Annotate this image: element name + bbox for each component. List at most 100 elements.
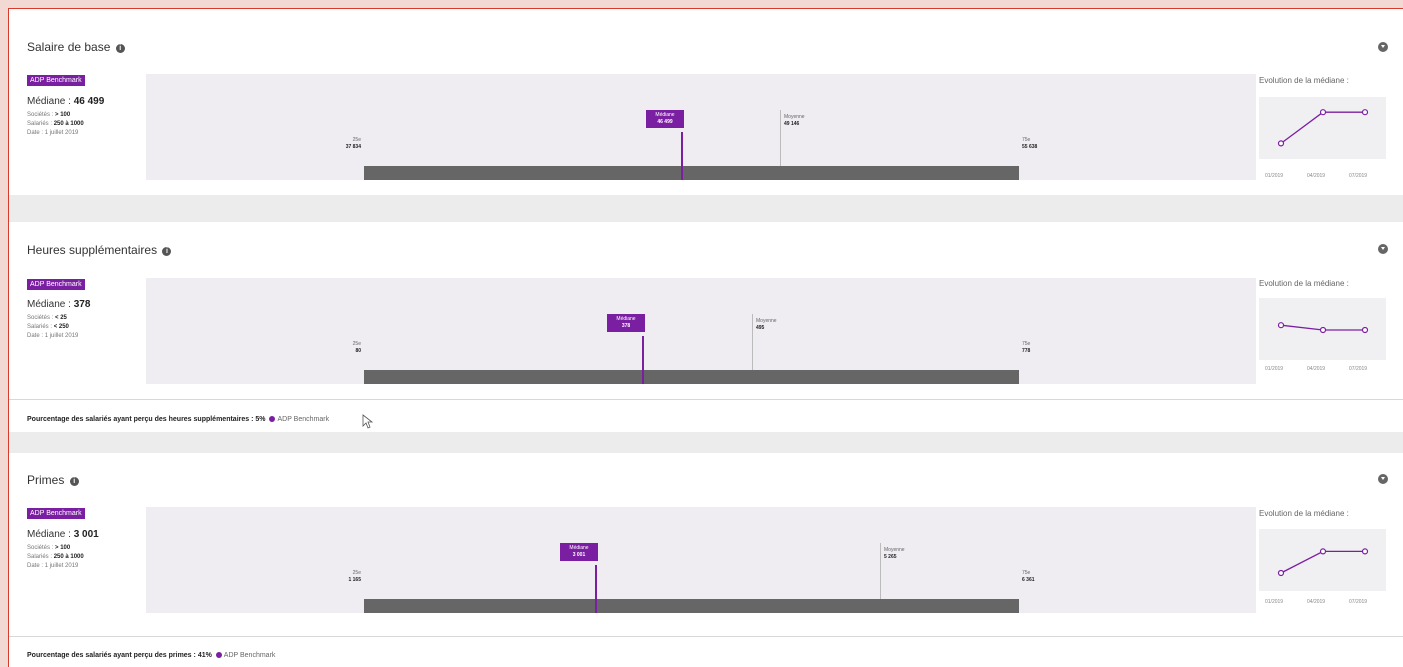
median-marker-value: 3 001 [572,552,586,558]
adp-benchmark-badge: ADP Benchmark [27,279,85,290]
sparkline-point [1319,548,1327,555]
footer-value: 5% [255,416,266,423]
meta-label: Date : [27,333,44,339]
p75-label-text: 75e [1022,341,1031,347]
meta-value: > 100 [55,545,71,551]
mean-label: Moyenne 495 [756,318,777,332]
meta-label: Salariés : [27,324,53,330]
section-salaire-de-base: Salaire de base i ADP Benchmark Médiane … [9,9,1403,195]
p75-label: 75e 55 638 [1022,137,1037,151]
section-title-text: Heures supplémentaires [27,243,158,257]
meta-info: Sociétés : < 25 Salariés : < 250 Date : … [27,314,78,341]
footer-source: ADP Benchmark [223,652,276,659]
median-marker: Médiane 378 [607,314,645,332]
median-summary: Médiane : 46 499 [27,96,104,107]
p25-value: 1 165 [348,577,361,583]
section-heures-supplementaires: Heures supplémentaires i ADP Benchmark M… [9,222,1403,432]
sparkline-line [1280,111,1365,144]
median-summary: Médiane : 3 001 [27,529,99,540]
mean-label: Moyenne 49 146 [784,114,805,128]
meta-label: Sociétés : [27,315,54,321]
evolution-sparkline: 01/2019 04/2019 07/2019 [1259,298,1386,372]
median-marker-value: 46 499 [657,119,673,125]
distribution-chart: 25e 1 165 75e 6 361 Moyenne 5 265 Médiane 3 … [146,507,1256,613]
median-value: 46 499 [73,96,105,107]
sparkline-point [1361,326,1369,334]
median-label: Médiane : [27,299,71,310]
meta-value: < 25 [55,315,67,321]
meta-row: Sociétés : > 100 [27,111,84,120]
section-title-text: Primes [27,473,65,487]
median-line [595,565,597,613]
mean-label-text: Moyenne [756,318,777,324]
footer-source: ADP Benchmark [277,416,330,423]
p25-label-text: 25e [352,137,361,143]
section-title: Primes i [27,473,79,487]
meta-value: 1 juillet 2019 [44,130,79,136]
collapse-button[interactable] [1378,42,1388,52]
mean-label-text: Moyenne [884,547,905,553]
mean-line [880,543,881,599]
meta-info: Sociétés : > 100 Salariés : 250 à 1000 D… [27,111,84,138]
info-icon[interactable]: i [162,247,172,256]
meta-row: Salariés : 250 à 1000 [27,553,84,562]
meta-row: Date : 1 juillet 2019 [27,129,84,138]
meta-row: Date : 1 juillet 2019 [27,332,78,341]
section-primes: Primes i ADP Benchmark Médiane : 3 001 S… [9,453,1403,667]
sparkline-point [1319,326,1327,334]
evolution-x-label: 01/2019 [1265,173,1284,179]
sparkline-point [1361,109,1369,116]
median-marker-label: Médiane [616,316,636,322]
divider [9,399,1403,400]
meta-label: Salariés : [27,121,53,127]
section-separator [9,195,1403,222]
p75-label-text: 75e [1022,570,1031,576]
median-summary: Médiane : 378 [27,299,90,310]
mean-line [752,314,753,370]
p75-value: 55 638 [1022,144,1038,150]
p75-label: 75e 778 [1022,341,1030,355]
distribution-chart: 25e 80 75e 778 Moyenne 495 Médiane 378 [146,278,1256,384]
meta-value: < 250 [53,324,69,330]
evolution-x-label: 04/2019 [1307,599,1326,605]
meta-label: Date : [27,563,44,569]
sparkline-point [1277,322,1285,329]
p25-label: 25e 1 165 [331,570,361,584]
p25-value: 37 834 [345,144,361,150]
evolution-x-label: 07/2019 [1349,366,1368,372]
collapse-button[interactable] [1378,474,1388,484]
p25-label: 25e 37 834 [331,137,361,151]
meta-value: 250 à 1000 [53,554,84,560]
percentage-footer: Pourcentage des salariés ayant perçu des… [27,652,275,659]
interquartile-bar [364,370,1019,384]
p25-label: 25e 80 [331,341,361,355]
collapse-button[interactable] [1378,244,1388,254]
distribution-chart: 25e 37 834 75e 55 638 Moyenne 49 146 Médian… [146,74,1256,180]
section-title-text: Salaire de base [27,40,111,54]
info-icon[interactable]: i [69,477,79,486]
meta-row: Sociétés : > 100 [27,544,84,553]
meta-label: Salariés : [27,554,53,560]
p25-label-text: 25e [352,570,361,576]
median-marker-label: Médiane [655,112,675,118]
p75-label: 75e 6 361 [1022,570,1035,584]
median-label: Médiane : [27,96,71,107]
evolution-x-label: 04/2019 [1307,366,1326,372]
section-separator [9,432,1403,453]
mean-value: 5 265 [884,554,897,560]
median-marker-label: Médiane [569,545,589,551]
meta-info: Sociétés : > 100 Salariés : 250 à 1000 D… [27,544,84,571]
meta-row: Date : 1 juillet 2019 [27,562,84,571]
evolution-x-label: 01/2019 [1265,366,1284,372]
p75-label-text: 75e [1022,137,1031,143]
median-marker: Médiane 46 499 [646,110,684,128]
meta-value: 1 juillet 2019 [44,563,79,569]
sparkline-point [1277,569,1285,577]
meta-value: 1 juillet 2019 [44,333,79,339]
info-icon[interactable]: i [115,44,125,53]
mouse-cursor-icon [362,414,374,429]
meta-label: Sociétés : [27,112,54,118]
evolution-sparkline: 01/2019 04/2019 07/2019 [1259,97,1386,179]
mean-line [780,110,781,166]
median-marker-value: 378 [621,323,631,329]
